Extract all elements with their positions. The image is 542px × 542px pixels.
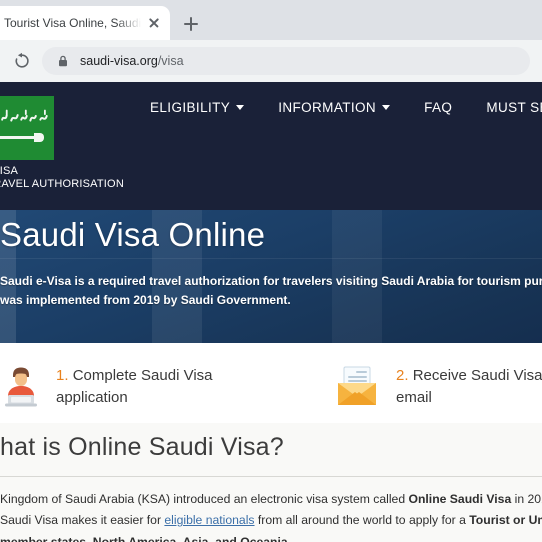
section-text-part1: Kingdom of Saudi Arabia (KSA) introduced… bbox=[0, 492, 409, 506]
new-tab-button[interactable] bbox=[178, 11, 204, 37]
section-text-part4: from all around the world to apply for a bbox=[254, 513, 470, 528]
address-bar[interactable]: saudi-visa.org/visa bbox=[42, 47, 530, 75]
step-label-2: 2. Receive Saudi Visa by email bbox=[396, 365, 542, 409]
browser-window: Tourist Visa Online, Saudi V saudi-visa.… bbox=[0, 0, 542, 542]
nav-item-eligibility[interactable]: ELIGIBILITY bbox=[150, 100, 245, 115]
chevron-down-icon bbox=[236, 105, 245, 110]
nav-label: MUST SEE bbox=[486, 100, 542, 115]
browser-tab[interactable]: Tourist Visa Online, Saudi V bbox=[0, 6, 170, 40]
saudi-arabia-flag-icon bbox=[0, 96, 54, 160]
eligible-nationals-link[interactable]: eligible nationals bbox=[164, 513, 254, 527]
section-bold-1: Online Saudi Visa bbox=[408, 492, 512, 506]
divider bbox=[0, 476, 542, 477]
section-text-part2: in 2019. This ushers a bbox=[514, 492, 542, 506]
nav-item-faq[interactable]: FAQ bbox=[424, 100, 452, 115]
nav-label: INFORMATION bbox=[278, 100, 377, 115]
close-icon[interactable] bbox=[146, 15, 162, 31]
lock-icon bbox=[56, 54, 70, 68]
brand-line-1: UDI E-VISA bbox=[0, 165, 19, 177]
url-domain: saudi-visa.org bbox=[80, 54, 158, 68]
section-paragraph: Kingdom of Saudi Arabia (KSA) introduced… bbox=[0, 489, 542, 542]
what-is-section: hat is Online Saudi Visa? Kingdom of Sau… bbox=[0, 423, 542, 542]
step-number-1: 1. bbox=[56, 367, 69, 384]
envelope-document-icon bbox=[334, 365, 382, 409]
step-number-2: 2. bbox=[396, 367, 409, 384]
step-item-1: 1. Complete Saudi Visa application bbox=[0, 365, 256, 409]
reload-icon[interactable] bbox=[8, 47, 36, 75]
step-text-2: Receive Saudi Visa by email bbox=[396, 367, 542, 406]
chevron-down-icon bbox=[382, 105, 391, 110]
brand-line-2: LINE TRAVEL AUTHORISATION bbox=[0, 178, 124, 190]
browser-toolbar: saudi-visa.org/visa bbox=[0, 40, 542, 82]
site-header: UDI E-VISA LINE TRAVEL AUTHORISATION ELI… bbox=[0, 82, 542, 210]
page-viewport: UDI E-VISA LINE TRAVEL AUTHORISATION ELI… bbox=[0, 82, 542, 542]
steps-section: 1. Complete Saudi Visa application 2. Re… bbox=[0, 343, 542, 423]
url-text: saudi-visa.org/visa bbox=[80, 54, 184, 68]
nav-item-must-see[interactable]: MUST SEE bbox=[486, 100, 542, 115]
site-logo[interactable]: UDI E-VISA LINE TRAVEL AUTHORISATION bbox=[0, 96, 158, 190]
nav-label: ELIGIBILITY bbox=[150, 100, 231, 115]
step-label-1: 1. Complete Saudi Visa application bbox=[56, 365, 256, 409]
main-navigation: ELIGIBILITY INFORMATION FAQ MUST SEE bbox=[150, 100, 542, 115]
tab-title: Tourist Visa Online, Saudi V bbox=[4, 16, 144, 30]
step-item-2: 2. Receive Saudi Visa by email bbox=[334, 365, 542, 409]
section-heading: hat is Online Saudi Visa? bbox=[0, 433, 284, 461]
step-text-1: Complete Saudi Visa application bbox=[56, 367, 213, 406]
tab-strip: Tourist Visa Online, Saudi V bbox=[0, 0, 542, 40]
page-content: UDI E-VISA LINE TRAVEL AUTHORISATION ELI… bbox=[0, 82, 542, 542]
section-bold-2: Tourist or Umrah Visa bbox=[469, 513, 542, 528]
nav-label: FAQ bbox=[424, 100, 453, 115]
person-at-laptop-icon bbox=[0, 365, 42, 409]
hero-paragraph: Saudi e-Visa is a required travel author… bbox=[0, 274, 542, 308]
flag-sword-icon bbox=[0, 133, 44, 142]
url-path: /visa bbox=[157, 54, 184, 68]
page-title: Saudi Visa Online bbox=[0, 216, 266, 253]
hero-banner: Saudi Visa Online Saudi e-Visa is a requ… bbox=[0, 210, 542, 343]
nav-item-information[interactable]: INFORMATION bbox=[278, 100, 391, 115]
